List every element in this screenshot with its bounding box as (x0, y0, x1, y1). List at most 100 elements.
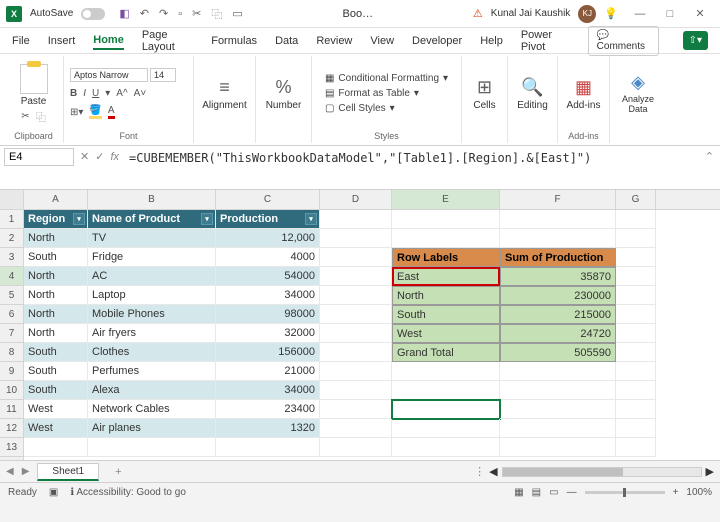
cell[interactable]: Region▾ (24, 210, 88, 229)
accessibility-status[interactable]: ℹ Accessibility: Good to go (70, 487, 186, 498)
cell[interactable]: Clothes (88, 343, 216, 362)
row-header[interactable]: 5 (0, 286, 23, 305)
row-header[interactable]: 1 (0, 210, 23, 229)
cell[interactable] (616, 438, 656, 457)
cell[interactable]: Sum of Production (500, 248, 616, 267)
cell[interactable]: 12,000 (216, 229, 320, 248)
cell[interactable]: 4000 (216, 248, 320, 267)
cell[interactable]: West (392, 324, 500, 343)
row-header[interactable]: 9 (0, 362, 23, 381)
zoom-out-icon[interactable]: — (567, 487, 577, 498)
tab-split-icon[interactable]: ⋮ (474, 465, 485, 478)
cell[interactable] (392, 362, 500, 381)
save-icon[interactable]: ◧ (119, 7, 129, 20)
cell[interactable] (616, 210, 656, 229)
cell[interactable] (500, 400, 616, 419)
cell[interactable]: South (24, 362, 88, 381)
cell[interactable] (616, 324, 656, 343)
cell[interactable]: North (24, 305, 88, 324)
cell[interactable]: 98000 (216, 305, 320, 324)
cell[interactable] (616, 267, 656, 286)
number-icon[interactable]: % (275, 77, 291, 98)
cell[interactable] (320, 267, 392, 286)
menu-formulas[interactable]: Formulas (211, 33, 257, 49)
user-avatar[interactable]: KJ (578, 5, 596, 23)
horizontal-scrollbar[interactable] (502, 467, 702, 477)
cell[interactable]: 34000 (216, 381, 320, 400)
cell[interactable]: Grand Total (392, 343, 500, 362)
cell[interactable]: Name of Product▾ (88, 210, 216, 229)
undo-icon[interactable]: ↶ (140, 7, 149, 20)
cell[interactable]: North (24, 267, 88, 286)
cell[interactable]: 34000 (216, 286, 320, 305)
cell[interactable]: TV (88, 229, 216, 248)
row-header[interactable]: 2 (0, 229, 23, 248)
autosave-toggle[interactable]: AutoSave (30, 8, 109, 20)
comments-button[interactable]: 💬 Comments (588, 26, 659, 56)
share-button[interactable]: ⇧▾ (683, 31, 708, 50)
fill-color-button[interactable]: 🪣 (89, 105, 101, 119)
toggle-off-icon[interactable] (81, 8, 105, 20)
col-header[interactable]: D (320, 190, 392, 209)
cell[interactable]: South (24, 248, 88, 267)
paste-icon[interactable]: ▭ (232, 7, 242, 20)
cell[interactable]: Fridge (88, 248, 216, 267)
zoom-level[interactable]: 100% (686, 487, 712, 498)
row-header[interactable]: 3 (0, 248, 23, 267)
maximize-button[interactable]: □ (656, 4, 684, 24)
conditional-formatting-button[interactable]: ▦Conditional Formatting ▾ (325, 73, 448, 84)
col-header[interactable]: B (88, 190, 216, 209)
row-header[interactable]: 10 (0, 381, 23, 400)
cell[interactable] (616, 248, 656, 267)
cell[interactable]: 24720 (500, 324, 616, 343)
font-increase-icon[interactable]: A^ (116, 88, 127, 99)
editing-label[interactable]: Editing (517, 100, 548, 111)
filter-dropdown-icon[interactable]: ▾ (305, 213, 317, 225)
cell[interactable] (24, 438, 88, 457)
paste-big-icon[interactable] (20, 64, 48, 94)
font-color-button[interactable]: A (108, 105, 115, 119)
cell[interactable] (616, 286, 656, 305)
menu-data[interactable]: Data (275, 33, 298, 49)
cell[interactable] (320, 400, 392, 419)
zoom-in-icon[interactable]: + (673, 487, 679, 498)
menu-review[interactable]: Review (316, 33, 352, 49)
cell[interactable]: South (24, 343, 88, 362)
cell[interactable] (500, 381, 616, 400)
cell[interactable] (320, 286, 392, 305)
cell[interactable]: Alexa (88, 381, 216, 400)
cell[interactable] (320, 419, 392, 438)
cell[interactable] (392, 210, 500, 229)
addins-icon[interactable]: ▦ (575, 77, 592, 98)
cell[interactable]: Row Labels (392, 248, 500, 267)
filter-dropdown-icon[interactable]: ▾ (201, 213, 213, 225)
close-button[interactable]: ✕ (686, 4, 714, 24)
copy-icon[interactable]: ⿻ (211, 6, 222, 22)
cell[interactable] (500, 210, 616, 229)
cell[interactable] (320, 381, 392, 400)
col-header[interactable]: G (616, 190, 656, 209)
cell[interactable] (500, 419, 616, 438)
paste-label[interactable]: Paste (21, 96, 47, 107)
cell[interactable]: AC (88, 267, 216, 286)
view-normal-icon[interactable]: ▦ (514, 487, 523, 498)
cell[interactable]: 35870 (500, 267, 616, 286)
new-file-icon[interactable]: ▫ (178, 8, 182, 20)
underline-button[interactable]: U (92, 88, 99, 99)
view-break-icon[interactable]: ▭ (549, 487, 558, 498)
formula-bar[interactable]: =CUBEMEMBER("ThisWorkbookDataModel","[Ta… (125, 148, 703, 169)
scroll-left-icon[interactable]: ◀ (489, 465, 497, 478)
cut-icon[interactable]: ✂ (192, 7, 201, 20)
cell[interactable]: South (24, 381, 88, 400)
bold-button[interactable]: B (70, 88, 77, 99)
row-header[interactable]: 13 (0, 438, 23, 457)
cell[interactable]: Production▾ (216, 210, 320, 229)
scroll-right-icon[interactable]: ▶ (706, 465, 714, 478)
cell[interactable]: 54000 (216, 267, 320, 286)
cell[interactable] (392, 419, 500, 438)
menu-power-pivot[interactable]: Power Pivot (521, 27, 570, 55)
spreadsheet-grid[interactable]: 12345678910111213 A B C D E F G Region▾N… (0, 190, 720, 460)
font-size-select[interactable]: 14 (150, 68, 176, 82)
cell[interactable]: South (392, 305, 500, 324)
menu-insert[interactable]: Insert (48, 33, 76, 49)
